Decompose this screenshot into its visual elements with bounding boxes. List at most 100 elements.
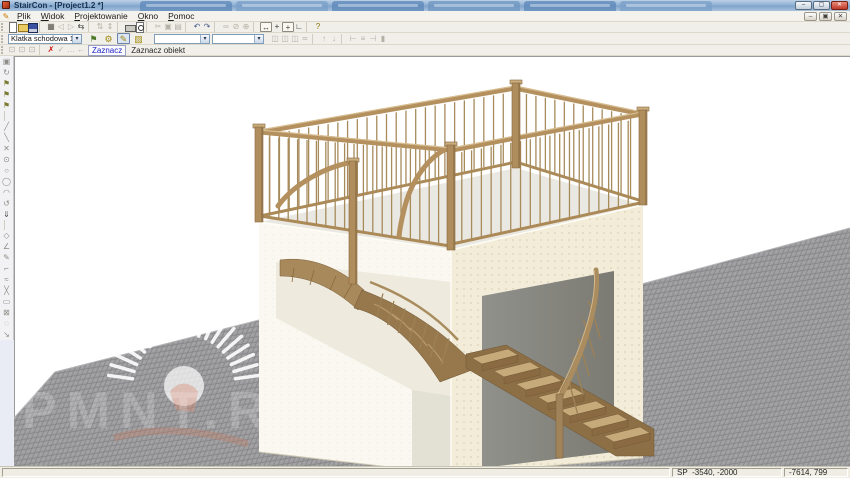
unlink-button[interactable]: ⊘ — [231, 22, 241, 32]
help-key-button[interactable]: ? — [313, 22, 323, 32]
mdi-minimize-button[interactable]: – — [804, 12, 817, 21]
plan-view-button[interactable]: ⚑ — [87, 33, 100, 44]
stair-toolbar: Klatka schodowa 1 ▾ ⚑⚙✎▨ ▾ ▾ ◫◫◫≂↑↓⊢≡⊣▮ — [0, 33, 850, 45]
minimize-button[interactable]: – — [795, 1, 812, 10]
align-right-button[interactable]: ◫ — [290, 34, 300, 44]
line-tool[interactable]: ╱ — [1, 121, 13, 132]
construction-button[interactable]: ⚙ — [102, 33, 115, 44]
mode-b-button[interactable]: ⊡ — [17, 45, 27, 55]
angle-tool[interactable]: ∠ — [1, 241, 13, 252]
arrow-se-tool[interactable]: ↘ — [1, 329, 13, 340]
status-ref-coordinates: -7614, 799 — [784, 468, 848, 477]
rect-tool[interactable]: ▭ — [1, 296, 13, 307]
cursor-coords: -3540, -2000 — [692, 468, 737, 477]
cut-button[interactable]: ✂ — [153, 22, 163, 32]
nudge-down-button[interactable]: ↓ — [329, 34, 339, 44]
action-label[interactable]: Zaznacz — [88, 45, 126, 56]
flag-tool-2[interactable]: ⚑ — [1, 89, 13, 100]
measure-corner-button[interactable]: ∟ — [294, 22, 304, 32]
paste-button[interactable]: ▤ — [173, 22, 183, 32]
open-file-button[interactable] — [17, 22, 27, 32]
edit-3d-button[interactable]: ✎ — [117, 33, 130, 44]
more-options-button[interactable]: … — [66, 45, 76, 55]
snap-edge-button[interactable]: ▮ — [378, 34, 388, 44]
save-file-button[interactable] — [27, 22, 37, 32]
stairwell-combo[interactable]: Klatka schodowa 1 ▾ — [8, 34, 82, 44]
snap-center-button[interactable]: ≡ — [358, 34, 368, 44]
background-tab — [428, 1, 520, 11]
profile-combo[interactable]: ▾ — [154, 34, 210, 44]
project-properties-button[interactable]: ▦ — [46, 22, 56, 32]
draw-tool[interactable]: ✎ — [1, 252, 13, 263]
view-prev-button[interactable]: ◁ — [56, 22, 66, 32]
snap-right-button[interactable]: ⊣ — [368, 34, 378, 44]
undo-button[interactable]: ↶ — [192, 22, 202, 32]
mdi-restore-button[interactable]: ▣ — [819, 12, 832, 21]
nudge-up-button[interactable]: ↑ — [319, 34, 329, 44]
box-x-tool[interactable]: ⊠ — [1, 307, 13, 318]
match-views-button[interactable]: ⇆ — [76, 22, 86, 32]
dashed-circle-tool[interactable]: ◌ — [1, 318, 13, 329]
align-equal-button[interactable]: ≂ — [300, 34, 310, 44]
confirm-action-button[interactable]: ✓ — [56, 45, 66, 55]
main-toolbar: ▦◁▷⇆⇅⇕✂▣▤↶↷∞⊘⊕↔++∟? — [0, 22, 850, 33]
arc-tool[interactable]: ◠ — [1, 187, 13, 198]
cancel-action-button[interactable]: ✗ — [46, 45, 56, 55]
chevron-down-icon[interactable]: ▾ — [200, 35, 209, 43]
flag-tool-1[interactable]: ⚑ — [1, 78, 13, 89]
attach-button[interactable]: ⊕ — [241, 22, 251, 32]
flag-tool-3[interactable]: ⚑ — [1, 100, 13, 111]
circle-large-tool[interactable]: ◯ — [1, 176, 13, 187]
order-down-button[interactable]: ⇕ — [105, 22, 115, 32]
close-button[interactable]: ✕ — [831, 1, 848, 10]
print-button[interactable] — [124, 22, 134, 32]
viewport-3d[interactable]: PMNT.RU — [14, 56, 850, 466]
corner-tool[interactable]: ⌐ — [1, 263, 13, 274]
material-combo[interactable]: ▾ — [212, 34, 264, 44]
zoom-extents-button[interactable]: ↔ — [260, 22, 272, 32]
wave-tool[interactable]: ≈ — [1, 274, 13, 285]
chevron-down-icon[interactable]: ▾ — [254, 35, 263, 43]
view-next-button[interactable]: ▷ — [66, 22, 76, 32]
align-left-button[interactable]: ◫ — [270, 34, 280, 44]
snap-left-button[interactable]: ⊢ — [348, 34, 358, 44]
polyline-tool[interactable]: ╲ — [1, 132, 13, 143]
toolbar-grip[interactable] — [1, 46, 5, 54]
select-tool[interactable]: ▣ — [1, 56, 13, 67]
mode-a-button[interactable]: ⊡ — [7, 45, 17, 55]
drawing-tool-rail: ▣↻⚑⚑⚑╱╲✕⊙○◯◠↺⇓◇∠✎⌐≈╳▭⊠◌↘ — [0, 56, 14, 466]
redo-button[interactable]: ↷ — [202, 22, 212, 32]
order-up-button[interactable]: ⇅ — [95, 22, 105, 32]
copy-button[interactable]: ▣ — [163, 22, 173, 32]
title-bar[interactable]: StairCon - [Project1.2 *] – ▢ ✕ — [0, 0, 850, 11]
menu-okno[interactable]: Okno — [133, 11, 163, 22]
align-middle-button[interactable]: ◫ — [280, 34, 290, 44]
menu-widok[interactable]: Widok — [36, 11, 70, 22]
rotate-ccw-tool[interactable]: ↺ — [1, 198, 13, 209]
move-down-tool[interactable]: ⇓ — [1, 209, 13, 220]
menu-plik[interactable]: Plik — [12, 11, 36, 22]
cross2-tool[interactable]: ╳ — [1, 285, 13, 296]
circle-center-tool[interactable]: ⊙ — [1, 154, 13, 165]
maximize-button[interactable]: ▢ — [813, 1, 830, 10]
cross-tool[interactable]: ✕ — [1, 143, 13, 154]
print-preview-button[interactable] — [134, 22, 144, 32]
menu-projektowanie[interactable]: Projektowanie — [69, 11, 132, 22]
diamond-tool[interactable]: ◇ — [1, 230, 13, 241]
toolbar-grip[interactable] — [1, 23, 5, 31]
zoom-window-button[interactable]: + — [282, 22, 294, 32]
mdi-close-button[interactable]: ✕ — [834, 12, 847, 21]
step-back-button[interactable]: ← — [76, 45, 86, 55]
chevron-down-icon[interactable]: ▾ — [72, 35, 81, 43]
stairwell-combo-value: Klatka schodowa 1 — [9, 34, 72, 43]
zoom-in-button[interactable]: + — [272, 22, 282, 32]
circle-tool[interactable]: ○ — [1, 165, 13, 176]
new-file-button[interactable] — [7, 22, 17, 32]
mode-c-button[interactable]: ⊡ — [27, 45, 37, 55]
parameters-button[interactable]: ▨ — [132, 33, 145, 44]
toolbar-grip[interactable] — [1, 35, 5, 43]
menu-pomoc[interactable]: Pomoc — [163, 11, 199, 22]
rotate-view-tool[interactable]: ↻ — [1, 67, 13, 78]
3d-viewport-scene[interactable]: PMNT.RU — [14, 56, 850, 466]
link-button[interactable]: ∞ — [221, 22, 231, 32]
